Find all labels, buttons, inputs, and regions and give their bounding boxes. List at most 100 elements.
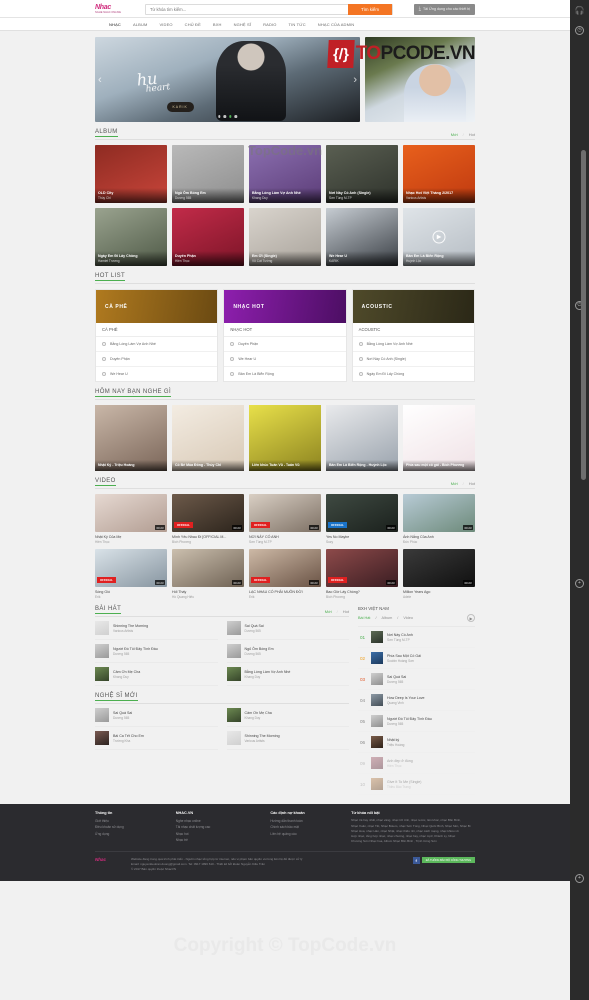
today-card[interactable]: Phía sau một cô gái - Bích Phương [403, 405, 475, 471]
video-thumbnail[interactable]: OFFICIAL 00:23 [326, 549, 398, 588]
hero-next-arrow[interactable]: › [353, 74, 357, 86]
video-card[interactable]: OFFICIAL 00:23 Yes No Maybe Suzy [326, 494, 398, 544]
nav-item-7[interactable]: TIN TỨC [289, 22, 306, 27]
bxh-row[interactable]: 04 How Deep Is Your Love Quang Vinh [358, 690, 475, 712]
video-thumbnail[interactable]: 00:23 [172, 549, 244, 588]
nav-item-4[interactable]: BXH [213, 22, 222, 27]
play-circle-icon[interactable] [358, 372, 363, 376]
song-row[interactable]: Người Đó Tôi Đây Tình Đầu Dương 565 [95, 640, 218, 664]
play-circle-icon[interactable] [102, 357, 106, 361]
hotlist-song-row[interactable]: Nơi Này Có Anh (Single) [352, 352, 474, 367]
bxh-tab-2[interactable]: Video [403, 616, 413, 620]
bxh-tab-0[interactable]: Bài Hát [358, 616, 370, 620]
bxh-row[interactable]: 03 Sai Quá Sai Dương 565 [358, 669, 475, 691]
bxh-row[interactable]: 02 Phía Sau Một Cô Gái Soobin Hoàng Sơn [358, 648, 475, 670]
video-card[interactable]: OFFICIAL 00:23 Bao Giờ Lấy Chồng? Bích Phươ… [326, 549, 398, 599]
song-row[interactable]: Bài Ca Tết Cho Em Trường Kha [95, 727, 218, 751]
hotlist-song-row[interactable]: Ngày Em Đi Lấy Chồng [353, 367, 474, 381]
footer-link[interactable]: Nhạc trẻ [176, 837, 259, 843]
video-thumbnail[interactable]: OFFICIAL 00:23 [326, 494, 398, 532]
clock-icon[interactable]: ◷ [570, 20, 589, 40]
search-box[interactable]: Tìm kiếm [145, 3, 393, 15]
play-circle-icon[interactable] [358, 357, 363, 361]
footer-link[interactable]: Khương Sơn Nhạc hoa, Album Nhạc Bốn Binh… [351, 839, 475, 844]
footer-link[interactable]: Ứng dụng [95, 831, 164, 837]
video-tab-new[interactable]: Mới [451, 481, 458, 486]
video-thumbnail[interactable]: OFFICIAL 00:23 [249, 494, 321, 532]
search-button[interactable]: Tìm kiếm [348, 3, 392, 15]
album-card[interactable]: Em Ơi (Single) Võ Cát Tường [249, 208, 321, 266]
hotlist-banner[interactable]: ACOUSTIC [352, 290, 474, 323]
hotlist-banner[interactable]: CÀ PHÊ [96, 290, 218, 323]
plus-icon-1[interactable]: + [570, 573, 589, 593]
today-card[interactable]: Bản Em Là Biển Rộng - Huỳnh Lộc [326, 405, 398, 471]
play-circle-icon[interactable] [358, 342, 363, 346]
album-card[interactable]: Duyên Phận Hiền Thục [172, 208, 244, 266]
song-row[interactable]: Shinning The Morning Various Artists [226, 727, 349, 751]
hotlist-banner[interactable]: NHẠC HOT [224, 290, 346, 323]
bxh-row[interactable]: 01 Nơi Này Có Anh Sơn Tùng M-TP [358, 627, 475, 649]
hotlist-song-row[interactable]: We Hear U [224, 352, 346, 367]
video-thumbnail[interactable]: 00:23 [403, 494, 475, 532]
video-thumbnail[interactable]: OFFICIAL 00:23 [249, 549, 321, 588]
bxh-row[interactable]: 06 Nhật ký Triệu Hoàng [358, 732, 475, 754]
play-circle-icon[interactable] [102, 342, 106, 346]
footer-link[interactable]: Liên hệ quảng cáo [270, 831, 339, 837]
album-card[interactable]: OLD City Thùy Chi [95, 145, 167, 203]
plus-icon-2[interactable]: + [570, 868, 589, 888]
album-tab-new[interactable]: Mới [451, 132, 458, 137]
album-tab-hot[interactable]: Hot [469, 132, 475, 137]
page-scrollbar-thumb[interactable] [581, 150, 586, 480]
video-thumbnail[interactable]: OFFICIAL 00:23 [95, 549, 167, 588]
search-input[interactable] [146, 4, 348, 14]
nav-item-0[interactable]: NHẠC [109, 22, 121, 27]
video-card[interactable]: 00:23 Hối Thấy Hồ Quang Hiếu [172, 549, 244, 599]
video-card[interactable]: OFFICIAL 00:23 LẠC NHAU CÓ PHẢI MUÔN ĐỜI Er… [249, 549, 321, 599]
hero-dot-2[interactable] [229, 115, 232, 118]
album-card[interactable]: Ngủ Ôm Bóng Em Dương 565 [172, 145, 244, 203]
hotlist-song-row[interactable]: Duyên Phận [224, 337, 346, 352]
nav-item-6[interactable]: RADIO [263, 22, 276, 27]
hero-dots[interactable] [217, 115, 238, 118]
site-logo[interactable]: Nhac NGHE NHAC ONLINE [95, 3, 139, 16]
footer-certification[interactable]: f ĐÃ THÔNG BÁO BỘ CÔNG THƯƠNG [412, 856, 475, 864]
song-row[interactable]: Ngủ Ôm Bóng Em Dương 565 [226, 640, 349, 664]
bxh-row[interactable]: 10 Give It To Me (Single) Thiều Bảo Trang [358, 774, 475, 796]
headphones-icon[interactable]: 🎧 [570, 0, 589, 20]
album-card[interactable]: ▶ Bản Em Là Biển Rộng Huỳnh Lộc [403, 208, 475, 266]
hero-slide[interactable]: hu heart KARIK ‹ › [95, 37, 360, 122]
songs-tab-new[interactable]: Mới [325, 609, 332, 614]
hotlist-song-row[interactable]: Bằng Lòng Làm Vợ Anh Nhé [96, 337, 218, 352]
hotlist-song-row[interactable]: Bằng Lòng Làm Vợ Anh Nhé [352, 337, 474, 352]
hotlist-song-row[interactable]: We Hear U [96, 367, 217, 381]
video-tab-hot[interactable]: Hot [469, 481, 475, 486]
song-row[interactable]: Cảm Ơn Mẹ Cha Khang Duy [226, 704, 349, 728]
play-circle-icon[interactable] [230, 357, 235, 361]
bxh-row[interactable]: 05 Người Đó Tôi Đây Tình Đầu Dương 565 [358, 711, 475, 733]
download-app-button[interactable]: ⤓ Tải Ứng dụng cho các thiết bị [413, 3, 475, 15]
album-card[interactable]: Nơi Này Có Anh (Single) Sơn Tùng M-TP [326, 145, 398, 203]
video-card[interactable]: OFFICIAL 00:23 Sóng Gió Erik [95, 549, 167, 599]
video-card[interactable]: OFFICIAL 00:23 NƠI NÀY CÓ ANH Sơn Tùng M-TP [249, 494, 321, 544]
song-row[interactable]: Cảm Ơn Mẹ Cha Khang Duy [95, 663, 218, 687]
video-card[interactable]: 00:23 Nhật Ký Của Mẹ Hiền Thục [95, 494, 167, 544]
bxh-row[interactable]: 09 Anh đẹp ở đúng Hiền Thục [358, 753, 475, 775]
today-card[interactable]: Nhật Ký - Triệu Hoàng [95, 405, 167, 471]
today-card[interactable]: Cô Bé Mùa Đông - Thùy Chi [172, 405, 244, 471]
nav-item-3[interactable]: CHỦ ĐỀ [185, 22, 201, 27]
nav-item-2[interactable]: VIDEO [159, 22, 172, 27]
album-card[interactable]: Nhạc Hot Việt Tháng 2/2017 Various Artist… [403, 145, 475, 203]
video-thumbnail[interactable]: 00:23 [403, 549, 475, 588]
song-row[interactable]: Bằng Lòng Làm Vợ Anh Nhé Khang Duy [226, 663, 349, 687]
album-card[interactable]: Ngày Em Đi Lấy Chồng Hamlet Trương [95, 208, 167, 266]
video-thumbnail[interactable]: OFFICIAL 00:23 [172, 494, 244, 532]
footer-link[interactable]: Nhạc trẻ hay nhất, nhạc vàng, nhạc trữ t… [351, 818, 475, 823]
album-card[interactable]: We Hear U KARIK [326, 208, 398, 266]
play-circle-icon[interactable] [230, 372, 235, 376]
hotlist-song-row[interactable]: Duyên Phận [96, 352, 218, 367]
songs-tab-hot[interactable]: Hot [343, 609, 349, 614]
video-card[interactable]: OFFICIAL 00:23 Mình Yêu Nhau Đi [OFFICIAL … [172, 494, 244, 544]
play-circle-icon[interactable] [102, 372, 106, 376]
bxh-play-all-icon[interactable]: ▶ [467, 614, 475, 623]
play-icon[interactable]: ▶ [432, 230, 446, 244]
